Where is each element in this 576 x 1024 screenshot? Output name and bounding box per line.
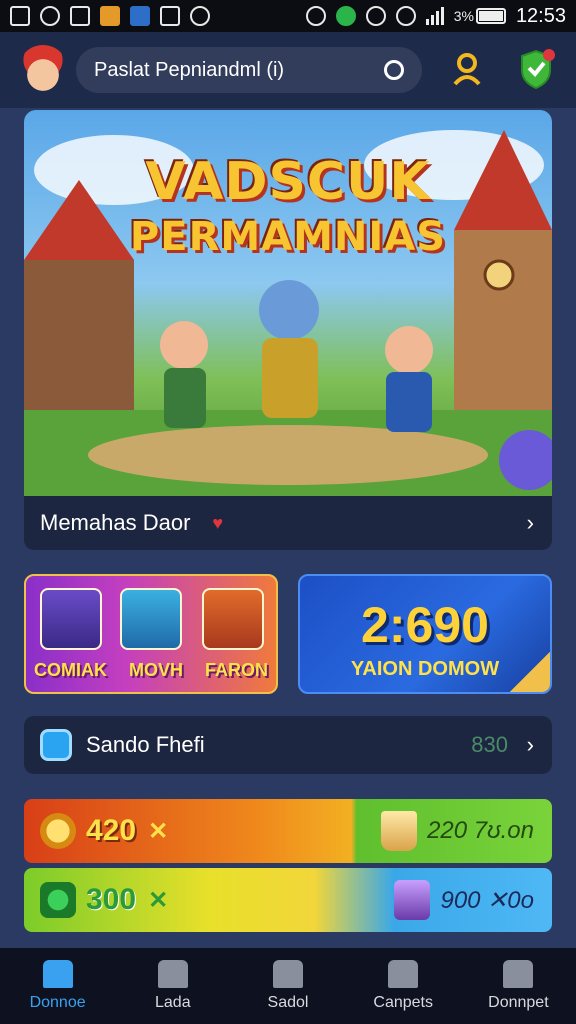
promo-label: COMIAK xyxy=(34,660,107,680)
bluetooth-icon xyxy=(305,6,326,26)
shield-icon[interactable] xyxy=(516,48,556,90)
nav-label: Lada xyxy=(155,994,191,1011)
nav-item-canpets[interactable]: Canpets xyxy=(346,948,461,1024)
mail-icon xyxy=(160,6,180,26)
promo-label: MOVH xyxy=(129,660,183,680)
hero-banner[interactable]: VADSCUK PERMAMNIAS xyxy=(24,110,552,496)
image-icon xyxy=(130,6,150,26)
cup-icon xyxy=(381,811,418,851)
nav-item-sadol[interactable]: Sadol xyxy=(230,948,345,1024)
reward-multiplier: ✕ xyxy=(148,886,169,914)
reward-value: 420 xyxy=(86,814,137,847)
pin-icon xyxy=(190,6,210,26)
chrome-icon xyxy=(40,6,60,26)
reward-right: 220 7ʊ.on xyxy=(381,811,534,851)
promo-labels: COMIAK MOVH FARON xyxy=(34,660,268,681)
treasure-thumb[interactable] xyxy=(120,588,182,650)
refresh-icon xyxy=(40,729,72,761)
promo-card-characters[interactable]: COMIAK MOVH FARON xyxy=(24,574,278,694)
nav-item-donnpet[interactable]: Donnpet xyxy=(461,948,576,1024)
search-icon[interactable] xyxy=(384,60,404,80)
hat-icon xyxy=(157,960,188,988)
battery-indicator: 3% xyxy=(454,8,506,24)
bottom-nav: Donnoe Lada Sadol Canpets Donnpet xyxy=(0,948,576,1024)
gallery-icon xyxy=(10,6,30,26)
search-bar[interactable]: Paslat Pepniandml (i) xyxy=(76,47,422,93)
reward-row[interactable]: 300 ✕ 900 ✕0o xyxy=(24,868,552,932)
status-time: 12:53 xyxy=(515,4,566,27)
cart-icon xyxy=(273,960,303,988)
list-row[interactable]: Sando Fhefi 830 › xyxy=(24,716,552,774)
corner-badge xyxy=(510,652,550,692)
nav-label: Canpets xyxy=(373,994,433,1011)
alarm-icon xyxy=(365,6,386,26)
hero-thumb[interactable] xyxy=(202,588,264,650)
nav-item-home[interactable]: Donnoe xyxy=(0,948,115,1024)
status-bar: 3% 12:53 xyxy=(0,0,576,32)
signal-icon xyxy=(425,7,444,25)
person-icon xyxy=(388,960,419,988)
promo-label: FARON xyxy=(205,660,268,680)
list-row-value: 830 xyxy=(471,732,508,757)
banner-info-row[interactable]: Memahas Daor ♥ › xyxy=(24,496,552,550)
gem-icon xyxy=(40,882,76,918)
wifi-icon xyxy=(395,6,416,26)
reward-value: 300 xyxy=(86,883,137,916)
nav-label: Sadol xyxy=(267,994,309,1011)
banner-title-line1: VADSCUK xyxy=(145,152,431,212)
reward-right: 900 ✕0o xyxy=(394,880,534,920)
banner-title-line2: PERMAMNIAS xyxy=(129,214,447,260)
search-text[interactable]: Paslat Pepniandml (i) xyxy=(94,59,284,82)
nav-item-lada[interactable]: Lada xyxy=(115,948,230,1024)
nav-label: Donnoe xyxy=(29,994,86,1011)
avatar[interactable] xyxy=(18,45,68,95)
box-icon xyxy=(394,880,431,920)
chevron-right-icon[interactable]: › xyxy=(527,732,534,758)
app-header: Paslat Pepniandml (i) xyxy=(0,32,576,108)
chevron-right-icon[interactable]: › xyxy=(527,510,534,536)
nav-label: Donnpet xyxy=(488,994,549,1011)
chart-icon xyxy=(100,6,120,26)
timer-value: 2:690 xyxy=(361,597,489,653)
reward-right-text: 220 7ʊ.on xyxy=(427,817,534,844)
reward-multiplier: ✕ xyxy=(148,817,169,845)
list-row-label: Sando Fhefi xyxy=(86,732,205,757)
app-icon xyxy=(70,6,90,26)
reward-right-text: 900 ✕0o xyxy=(440,886,534,914)
key-icon[interactable] xyxy=(452,52,482,86)
profile-icon xyxy=(503,960,534,988)
reward-row[interactable]: 420 ✕ 220 7ʊ.on xyxy=(24,799,552,863)
banner-info-label: Memahas Daor xyxy=(40,510,191,535)
heart-icon: ♥ xyxy=(212,512,224,533)
coin-icon xyxy=(40,813,76,849)
battery-icon xyxy=(475,8,506,24)
character-thumb[interactable] xyxy=(40,588,102,650)
status-left xyxy=(10,6,210,26)
status-right: 3% 12:53 xyxy=(305,4,566,28)
phone-icon xyxy=(335,6,356,26)
battery-percent: 3% xyxy=(453,8,474,24)
home-icon xyxy=(42,960,73,988)
promo-card-timer[interactable]: 2:690 YAION DOMOW xyxy=(298,574,552,694)
